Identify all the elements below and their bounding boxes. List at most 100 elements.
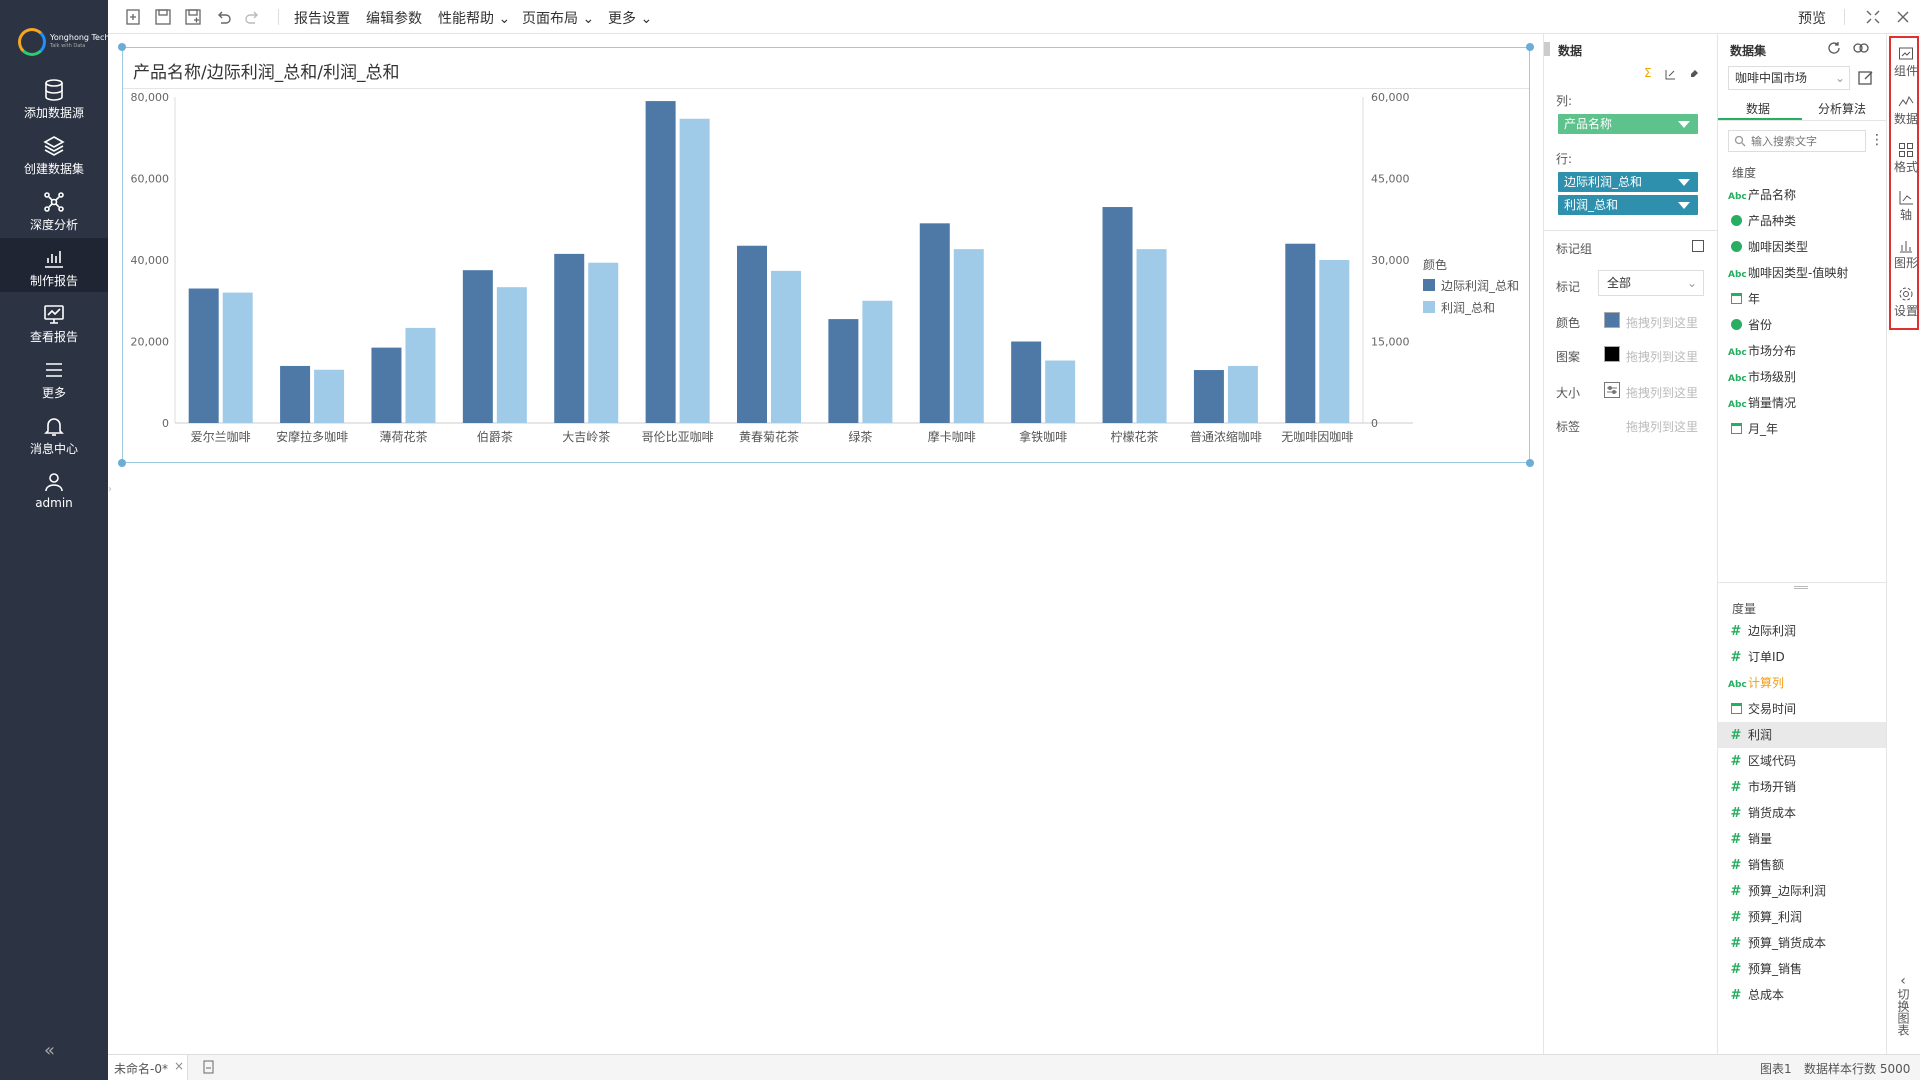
chevron-down-icon[interactable]: [1678, 121, 1690, 128]
nav-item-messages[interactable]: 消息中心: [0, 406, 108, 460]
field-item[interactable]: Abc市场级别: [1728, 364, 1878, 390]
collapse-nav-button[interactable]: «: [44, 1040, 55, 1061]
rail-item-graphic[interactable]: 图形: [1891, 232, 1920, 271]
pill-label: 产品名称: [1564, 117, 1613, 131]
field-item[interactable]: # 销货成本: [1728, 800, 1878, 826]
search-input[interactable]: [1751, 133, 1861, 149]
close-icon[interactable]: [1894, 8, 1912, 26]
field-item[interactable]: # 总成本: [1728, 982, 1878, 1008]
row-pill-profit[interactable]: 利润_总和: [1558, 195, 1698, 215]
sum-icon[interactable]: Σ: [1644, 66, 1652, 80]
menu-performance-help[interactable]: 性能帮助 ⌄: [438, 8, 510, 28]
field-item[interactable]: # 市场开销: [1728, 774, 1878, 800]
field-item[interactable]: # 预算_销售: [1728, 956, 1878, 982]
field-item[interactable]: Abc计算列: [1728, 670, 1878, 696]
pattern-swatch-icon[interactable]: [1604, 346, 1620, 362]
label-drop-zone[interactable]: 拖拽列到这里: [1626, 418, 1698, 435]
resize-handle[interactable]: [118, 43, 126, 51]
nav-item-deep-analysis[interactable]: 深度分析: [0, 182, 108, 236]
field-item[interactable]: # 边际利润: [1728, 618, 1878, 644]
logo-subtext: Talk with Data: [50, 43, 86, 49]
split-drag-handle[interactable]: [1794, 586, 1808, 589]
field-item[interactable]: Abc市场分布: [1728, 338, 1878, 364]
report-canvas[interactable]: 产品名称/边际利润_总和/利润_总和 80,000 60,000 40,000 20,…: [108, 34, 1544, 1054]
save-icon[interactable]: [154, 8, 172, 26]
color-drop-zone[interactable]: 拖拽列到这里: [1626, 314, 1698, 331]
refresh-icon[interactable]: [1826, 40, 1842, 56]
menu-report-settings[interactable]: 报告设置: [294, 8, 350, 28]
redo-icon[interactable]: [244, 8, 262, 26]
rail-item-settings[interactable]: 设置: [1891, 280, 1920, 319]
chevron-down-icon[interactable]: [1678, 202, 1690, 209]
nav-item-more[interactable]: 更多: [0, 350, 108, 404]
new-page-icon[interactable]: [202, 1060, 216, 1074]
more-options-icon[interactable]: ⋮: [1870, 132, 1884, 148]
dataset-select[interactable]: 咖啡中国市场 ⌄: [1728, 66, 1850, 90]
undo-icon[interactable]: [214, 8, 232, 26]
rail-item-data[interactable]: 数据: [1891, 88, 1920, 127]
panel-collapse-tab[interactable]: [1544, 42, 1550, 56]
report-tab[interactable]: 未命名-0* ×: [108, 1055, 188, 1080]
chevron-down-icon[interactable]: [1678, 179, 1690, 186]
field-item[interactable]: # 订单ID: [1728, 644, 1878, 670]
bar-margin: [919, 223, 950, 423]
gear-icon: [1899, 287, 1913, 301]
menu-edit-params[interactable]: 编辑参数: [366, 8, 422, 28]
color-swatch-icon[interactable]: [1604, 312, 1620, 328]
size-drop-zone[interactable]: 拖拽列到这里: [1626, 384, 1698, 401]
nav-item-user[interactable]: admin: [0, 462, 108, 516]
save-as-icon[interactable]: [184, 8, 202, 26]
eraser-icon[interactable]: [1688, 68, 1700, 80]
legend-swatch: [1423, 279, 1435, 291]
sort-icon[interactable]: [1664, 68, 1676, 80]
new-report-icon[interactable]: [124, 8, 142, 26]
nav-item-view-report[interactable]: 查看报告: [0, 294, 108, 348]
link-icon[interactable]: [1852, 40, 1870, 56]
nav-item-label: 深度分析: [29, 218, 78, 232]
field-item[interactable]: 咖啡因类型: [1728, 234, 1878, 260]
mark-type-select[interactable]: 全部 ⌄: [1598, 270, 1704, 296]
field-item[interactable]: 交易时间: [1728, 696, 1878, 722]
edit-icon[interactable]: [1858, 70, 1874, 86]
field-item[interactable]: # 预算_边际利润: [1728, 878, 1878, 904]
preview-button[interactable]: 预览: [1798, 8, 1826, 28]
field-item[interactable]: # 预算_利润: [1728, 904, 1878, 930]
nav-item-add-datasource[interactable]: 添加数据源: [0, 70, 108, 124]
field-item[interactable]: # 销量: [1728, 826, 1878, 852]
rail-item-axis[interactable]: 轴: [1891, 184, 1920, 223]
markgroup-icon[interactable]: [1692, 240, 1704, 252]
rail-item-format[interactable]: 格式: [1891, 136, 1920, 175]
fullscreen-icon[interactable]: [1864, 8, 1882, 26]
field-item[interactable]: 产品种类: [1728, 208, 1878, 234]
field-item[interactable]: # 区域代码: [1728, 748, 1878, 774]
nav-item-make-report[interactable]: 制作报告: [0, 238, 108, 292]
rail-item-components[interactable]: 组件: [1891, 40, 1920, 79]
prop-label-label: 标签: [1556, 420, 1581, 434]
field-item[interactable]: # 预算_销货成本: [1728, 930, 1878, 956]
row-pill-margin[interactable]: 边际利润_总和: [1558, 172, 1698, 192]
field-item[interactable]: Abc销量情况: [1728, 390, 1878, 416]
menu-more[interactable]: 更多 ⌄: [608, 8, 652, 28]
field-item[interactable]: # 利润: [1718, 722, 1886, 748]
nav-item-create-dataset[interactable]: 创建数据集: [0, 126, 108, 180]
size-slider-icon[interactable]: [1604, 382, 1620, 398]
menu-page-layout[interactable]: 页面布局 ⌄: [522, 8, 594, 28]
markgroup-toggle[interactable]: 标记组: [1556, 240, 1592, 257]
close-tab-icon[interactable]: ×: [174, 1059, 184, 1073]
field-item[interactable]: 年: [1728, 286, 1878, 312]
field-item[interactable]: 省份: [1728, 312, 1878, 338]
pattern-drop-zone[interactable]: 拖拽列到这里: [1626, 348, 1698, 365]
field-item[interactable]: # 销售额: [1728, 852, 1878, 878]
switch-chart-button[interactable]: ‹ 切换图表: [1896, 974, 1910, 1039]
tab-data[interactable]: 数据: [1746, 100, 1770, 117]
tab-algorithms[interactable]: 分析算法: [1818, 100, 1866, 117]
field-item[interactable]: 月_年: [1728, 416, 1878, 442]
column-pill-product[interactable]: 产品名称: [1558, 114, 1698, 134]
search-box[interactable]: [1728, 130, 1866, 152]
field-item[interactable]: Abc咖啡因类型-值映射: [1728, 260, 1878, 286]
resize-handle[interactable]: [1526, 43, 1534, 51]
chart-component[interactable]: 产品名称/边际利润_总和/利润_总和 80,000 60,000 40,000 20,…: [118, 43, 1534, 467]
rail-item-label: 设置: [1893, 304, 1918, 318]
canvas-expand-toggle[interactable]: ›: [108, 484, 114, 524]
field-item[interactable]: Abc产品名称: [1728, 182, 1878, 208]
